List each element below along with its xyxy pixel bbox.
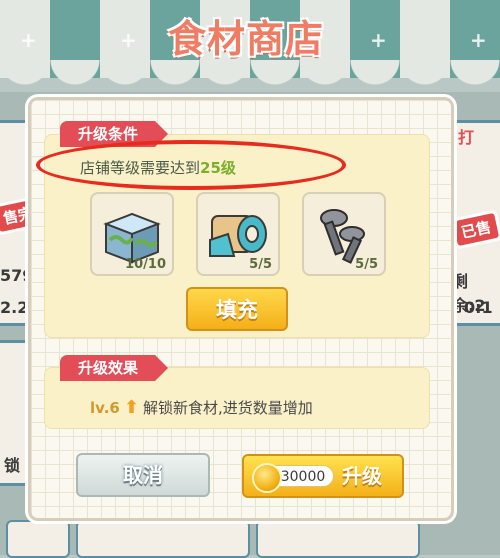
background-time: 0:1 (464, 298, 493, 317)
background-lock-text: 锁 (4, 456, 21, 475)
effect-text: 解锁新食材,进货数量增加 (142, 399, 313, 417)
plus-decoration-icon: + (20, 28, 37, 52)
material-slot-tape-roll[interactable]: 5/5 (196, 192, 280, 276)
shop-title: 食材商店 (167, 17, 324, 61)
material-slot-screws[interactable]: 5/5 (302, 192, 386, 276)
plus-decoration-icon: + (370, 28, 387, 52)
upgrade-label: 升级 (342, 464, 382, 488)
bottom-slot (256, 520, 420, 558)
cancel-button[interactable]: 取消 (76, 453, 210, 497)
item-count: 10/10 (125, 257, 166, 272)
fill-button[interactable]: 填充 (186, 287, 288, 331)
background-tab-text: 打 (458, 128, 475, 147)
item-count: 5/5 (355, 257, 378, 272)
effects-tab: 升级效果 (60, 355, 169, 381)
item-count: 5/5 (249, 257, 272, 272)
arrow-up-icon: ⬆ (123, 397, 139, 418)
plus-decoration-icon: + (120, 28, 137, 52)
highlight-circle (36, 140, 346, 190)
coin-icon (252, 463, 282, 493)
material-slot-ice-box[interactable]: 10/10 (90, 192, 174, 276)
upgrade-button[interactable]: 30000 升级 (242, 454, 404, 498)
bottom-slot (6, 520, 70, 558)
bottom-slot (76, 520, 250, 558)
plus-decoration-icon: + (470, 28, 487, 52)
effect-description: lv.6 ⬆ 解锁新食材,进货数量增加 (90, 397, 313, 418)
effect-level: lv.6 (90, 399, 120, 417)
background-price: 2.2 (0, 298, 29, 317)
bottom-bar (0, 516, 500, 555)
